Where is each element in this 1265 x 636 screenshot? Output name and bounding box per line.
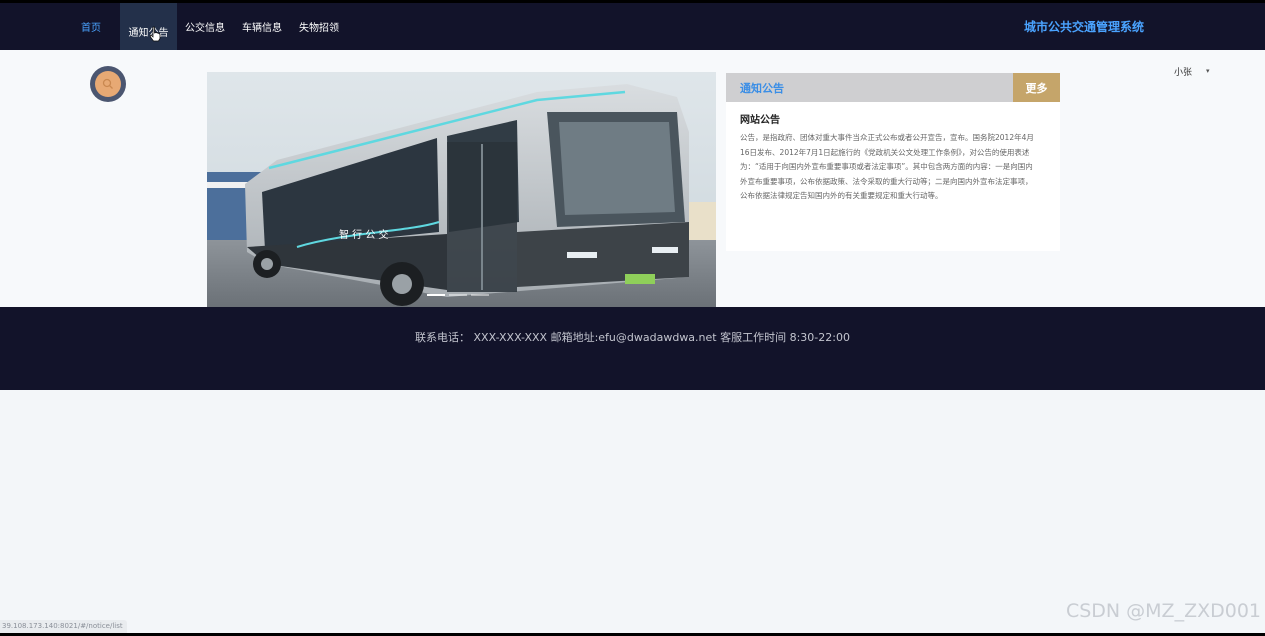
footer-contact-text: 联系电话： XXX-XXX-XXX 邮箱地址:efu@dwadawdwa.net…: [415, 331, 850, 344]
nav-item-home[interactable]: 首页: [72, 3, 110, 50]
site-title: 城市公共交通管理系统: [1023, 20, 1144, 34]
carousel-dot[interactable]: [471, 294, 489, 296]
nav-item-label: 失物招领: [299, 23, 339, 34]
carousel-indicators: [427, 294, 489, 296]
notice-item-title[interactable]: 网站公告: [740, 111, 780, 126]
status-bar-url: 39.108.173.140:8021/#/notice/list: [0, 620, 127, 633]
carousel-dot[interactable]: [449, 294, 467, 296]
bus-logo-text: 智 行 公 交: [339, 228, 389, 241]
nav-item-label: 公交信息: [185, 23, 225, 34]
search-button-face: [95, 71, 121, 97]
nav-item-lost-found[interactable]: 失物招领: [295, 3, 343, 50]
search-icon: [102, 78, 113, 89]
watermark: CSDN @MZ_ZXD001: [1065, 600, 1261, 622]
notice-header: 通知公告 更多: [726, 73, 1060, 102]
user-name: 小张: [1174, 67, 1193, 78]
nav-item-label: 车辆信息: [242, 23, 282, 34]
notice-panel: 通知公告 更多 网站公告 公告，是指政府、团体对重大事件当众正式公布或者公开宣告…: [726, 73, 1060, 251]
chevron-down-icon: ▾: [1206, 67, 1210, 75]
user-menu[interactable]: 小张 ▾: [1174, 64, 1210, 78]
main-content: 小张 ▾ 智 行 公 交 通知公告 更多 网站公告 公告，是指政府、团体对重大事…: [0, 50, 1265, 307]
nav-item-label: 首页: [81, 23, 101, 34]
notice-header-title: 通知公告: [740, 81, 784, 95]
more-button[interactable]: 更多: [1013, 73, 1060, 102]
page-footer: 联系电话： XXX-XXX-XXX 邮箱地址:efu@dwadawdwa.net…: [0, 307, 1265, 390]
nav-item-bus-info[interactable]: 公交信息: [181, 3, 229, 50]
search-button[interactable]: [90, 66, 126, 102]
carousel-dot[interactable]: [427, 294, 445, 296]
banner-carousel[interactable]: 智 行 公 交: [207, 72, 716, 307]
bus-photo: 智 行 公 交: [207, 72, 716, 307]
nav-item-vehicle-info[interactable]: 车辆信息: [238, 3, 286, 50]
hand-cursor-icon: [149, 26, 161, 42]
top-navigation: 首页 通知公告 公交信息 车辆信息 失物招领 城市公共交通管理系统: [0, 3, 1265, 60]
notice-item-body: 公告，是指政府、团体对重大事件当众正式公布或者公开宣告，宣布。国务院2012年4…: [740, 133, 1034, 200]
